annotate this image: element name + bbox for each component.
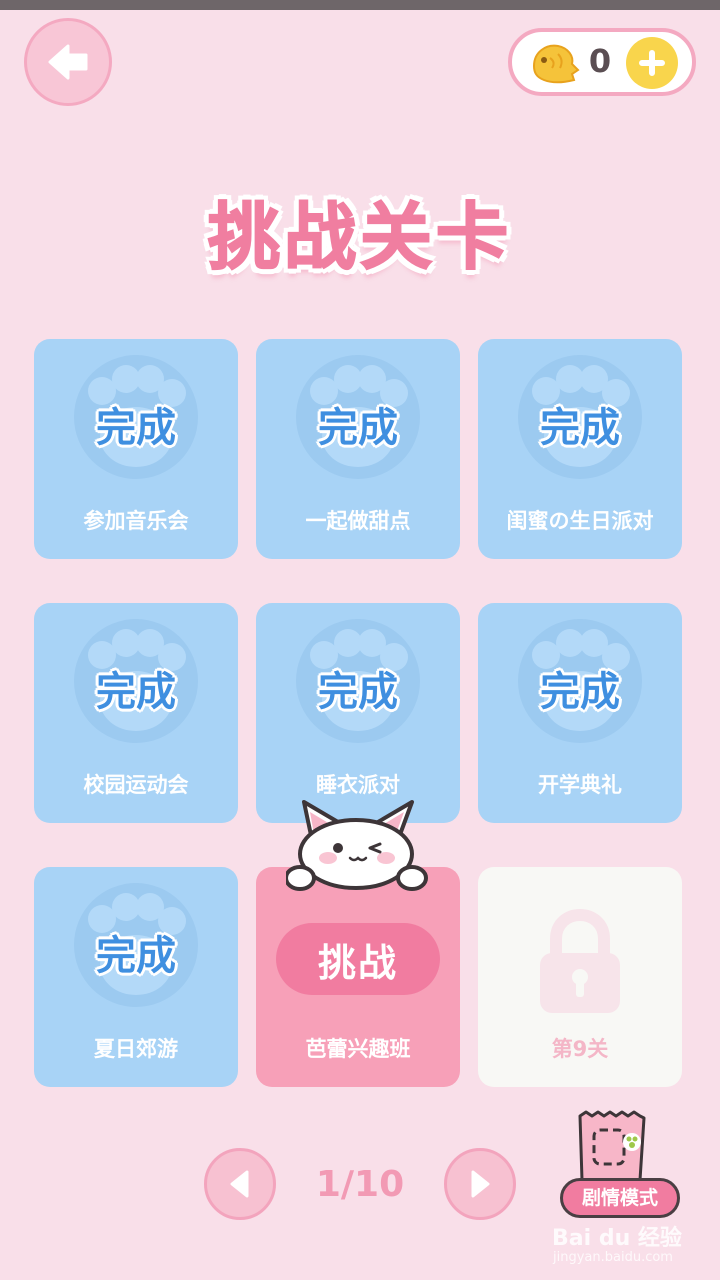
level-name: 夏日郊游 [94,1037,178,1061]
level-name: 开学典礼 [538,773,622,797]
coin-counter: 0 [508,28,696,96]
status-bar [0,0,720,10]
level-name: 闺蜜の生日派对 [506,509,654,533]
next-page-button[interactable] [444,1148,516,1220]
completed-badge: 完成 [318,405,398,451]
triangle-left-icon [230,1170,249,1198]
level-name: 一起做甜点 [305,509,411,533]
completed-badge: 完成 [318,669,398,715]
level-name: 校园运动会 [83,773,189,797]
level-card-9[interactable]: 第9关 [478,867,682,1087]
page-indicator: 1/10 [315,1164,405,1205]
completed-badge: 完成 [96,669,176,715]
watermark-url: jingyan.baidu.com [553,1250,673,1265]
add-coins-button[interactable] [626,37,678,89]
challenge-button[interactable]: 挑战 [276,923,440,995]
lock-icon [540,908,620,1013]
level-card-6[interactable]: 完成 开学典礼 [478,603,682,823]
back-button[interactable] [24,18,112,106]
plus-icon [639,50,665,76]
triangle-right-icon [471,1170,490,1198]
completed-badge: 完成 [540,405,620,451]
level-name: 第9关 [551,1037,609,1061]
coin-count: 0 [588,42,612,80]
level-card-1[interactable]: 完成 参加音乐会 [34,339,238,559]
arrow-left-icon [48,44,88,80]
level-card-7[interactable]: 完成 夏日郊游 [34,867,238,1087]
level-name: 参加音乐会 [83,509,189,533]
completed-badge: 完成 [96,405,176,451]
story-mode-label: 剧情模式 [560,1178,680,1218]
level-card-3[interactable]: 完成 闺蜜の生日派对 [478,339,682,559]
winking-cat-mascot-icon [286,800,428,891]
page-title: 挑战关卡 [207,194,512,280]
completed-badge: 完成 [96,933,176,979]
watermark: Bai du 经验 [552,1226,682,1251]
level-name: 睡衣派对 [316,773,400,797]
story-mode-button[interactable]: 剧情模式 [552,1108,688,1218]
level-card-8[interactable]: 挑战 芭蕾兴趣班 [256,867,460,1087]
completed-badge: 完成 [540,669,620,715]
taiyaki-fish-icon [532,44,580,84]
stamp-card-icon [578,1110,646,1182]
level-card-2[interactable]: 完成 一起做甜点 [256,339,460,559]
level-name: 芭蕾兴趣班 [305,1037,411,1061]
level-card-5[interactable]: 完成 睡衣派对 [256,603,460,823]
level-card-4[interactable]: 完成 校园运动会 [34,603,238,823]
previous-page-button[interactable] [204,1148,276,1220]
